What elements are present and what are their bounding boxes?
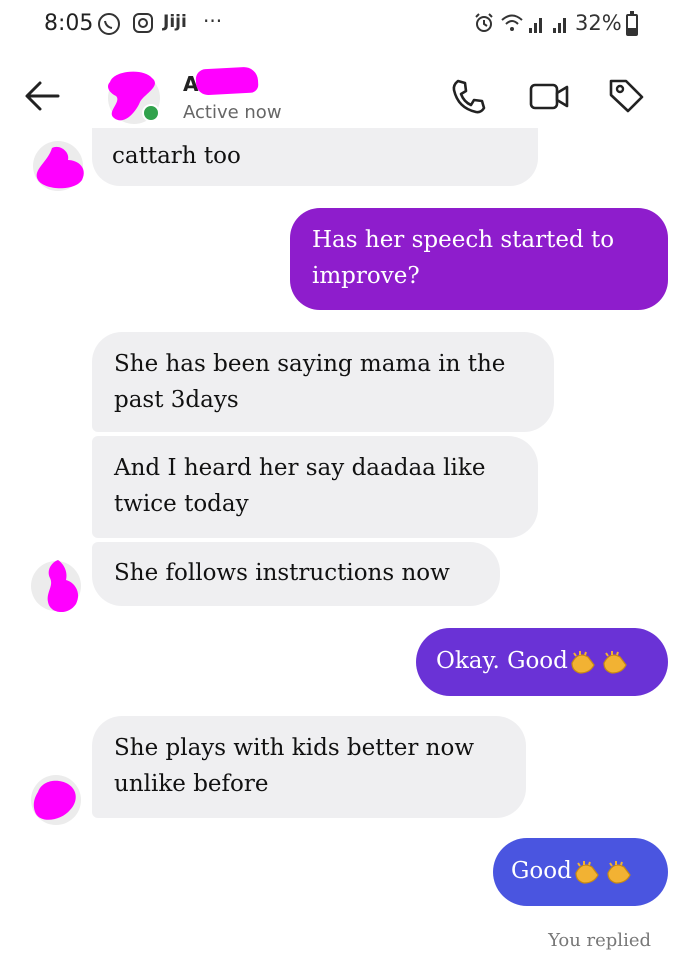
message-line: Has her speech started to [312,227,615,253]
message-incoming[interactable]: She plays with kids better now unlike be… [92,716,526,818]
status-bar: 8:05 Jiji ··· 32% [0,0,681,50]
alarm-icon [473,12,495,39]
message-text: Okay. Good [436,648,568,674]
message-line: And I heard her say daadaa like [114,455,486,481]
message-outgoing[interactable]: Good [493,838,668,906]
clapping-hands-icon [568,649,600,675]
active-status: Active now [183,102,282,123]
signal-icon-2 [552,12,572,39]
message-incoming[interactable]: She has been saying mama in the past 3da… [92,332,554,432]
clapping-hands-icon [604,859,636,885]
avatar[interactable] [28,772,88,828]
message-line: twice today [114,491,249,517]
back-arrow-icon[interactable] [22,78,62,114]
more-dots: ··· [203,9,223,33]
message-incoming[interactable]: And I heard her say daadaa like twice to… [92,436,538,538]
message-outgoing[interactable]: Has her speech started to improve? [290,208,668,310]
name-redaction [195,66,259,96]
reply-caption: You replied [548,930,651,951]
phone-icon[interactable] [448,76,488,116]
status-app-label: Jiji [163,12,187,32]
message-line: past 3days [114,387,239,413]
message-text: cattarh too [112,143,241,169]
message-outgoing[interactable]: Okay. Good [416,628,668,696]
video-camera-icon[interactable] [528,76,569,116]
message-text: Good [511,858,572,884]
signal-icon-1 [528,12,548,39]
wifi-icon [500,12,524,39]
tag-icon[interactable] [606,76,646,116]
whatsapp-icon [97,12,121,41]
battery-percent: 32% [575,11,622,35]
avatar[interactable] [30,138,90,194]
message-line: She has been saying mama in the [114,351,506,377]
instagram-icon [132,12,154,39]
message-text: She follows instructions now [114,560,450,586]
avatar[interactable] [28,556,88,613]
active-indicator [142,104,160,122]
message-line: She plays with kids better now [114,735,475,761]
message-incoming[interactable]: She follows instructions now [92,542,500,606]
battery-icon [626,11,638,36]
message-line: unlike before [114,771,269,797]
message-line: improve? [312,263,420,289]
clapping-hands-icon [572,859,604,885]
status-time: 8:05 [44,11,94,36]
clapping-hands-icon [600,649,632,675]
message-incoming[interactable]: cattarh too [92,128,538,186]
